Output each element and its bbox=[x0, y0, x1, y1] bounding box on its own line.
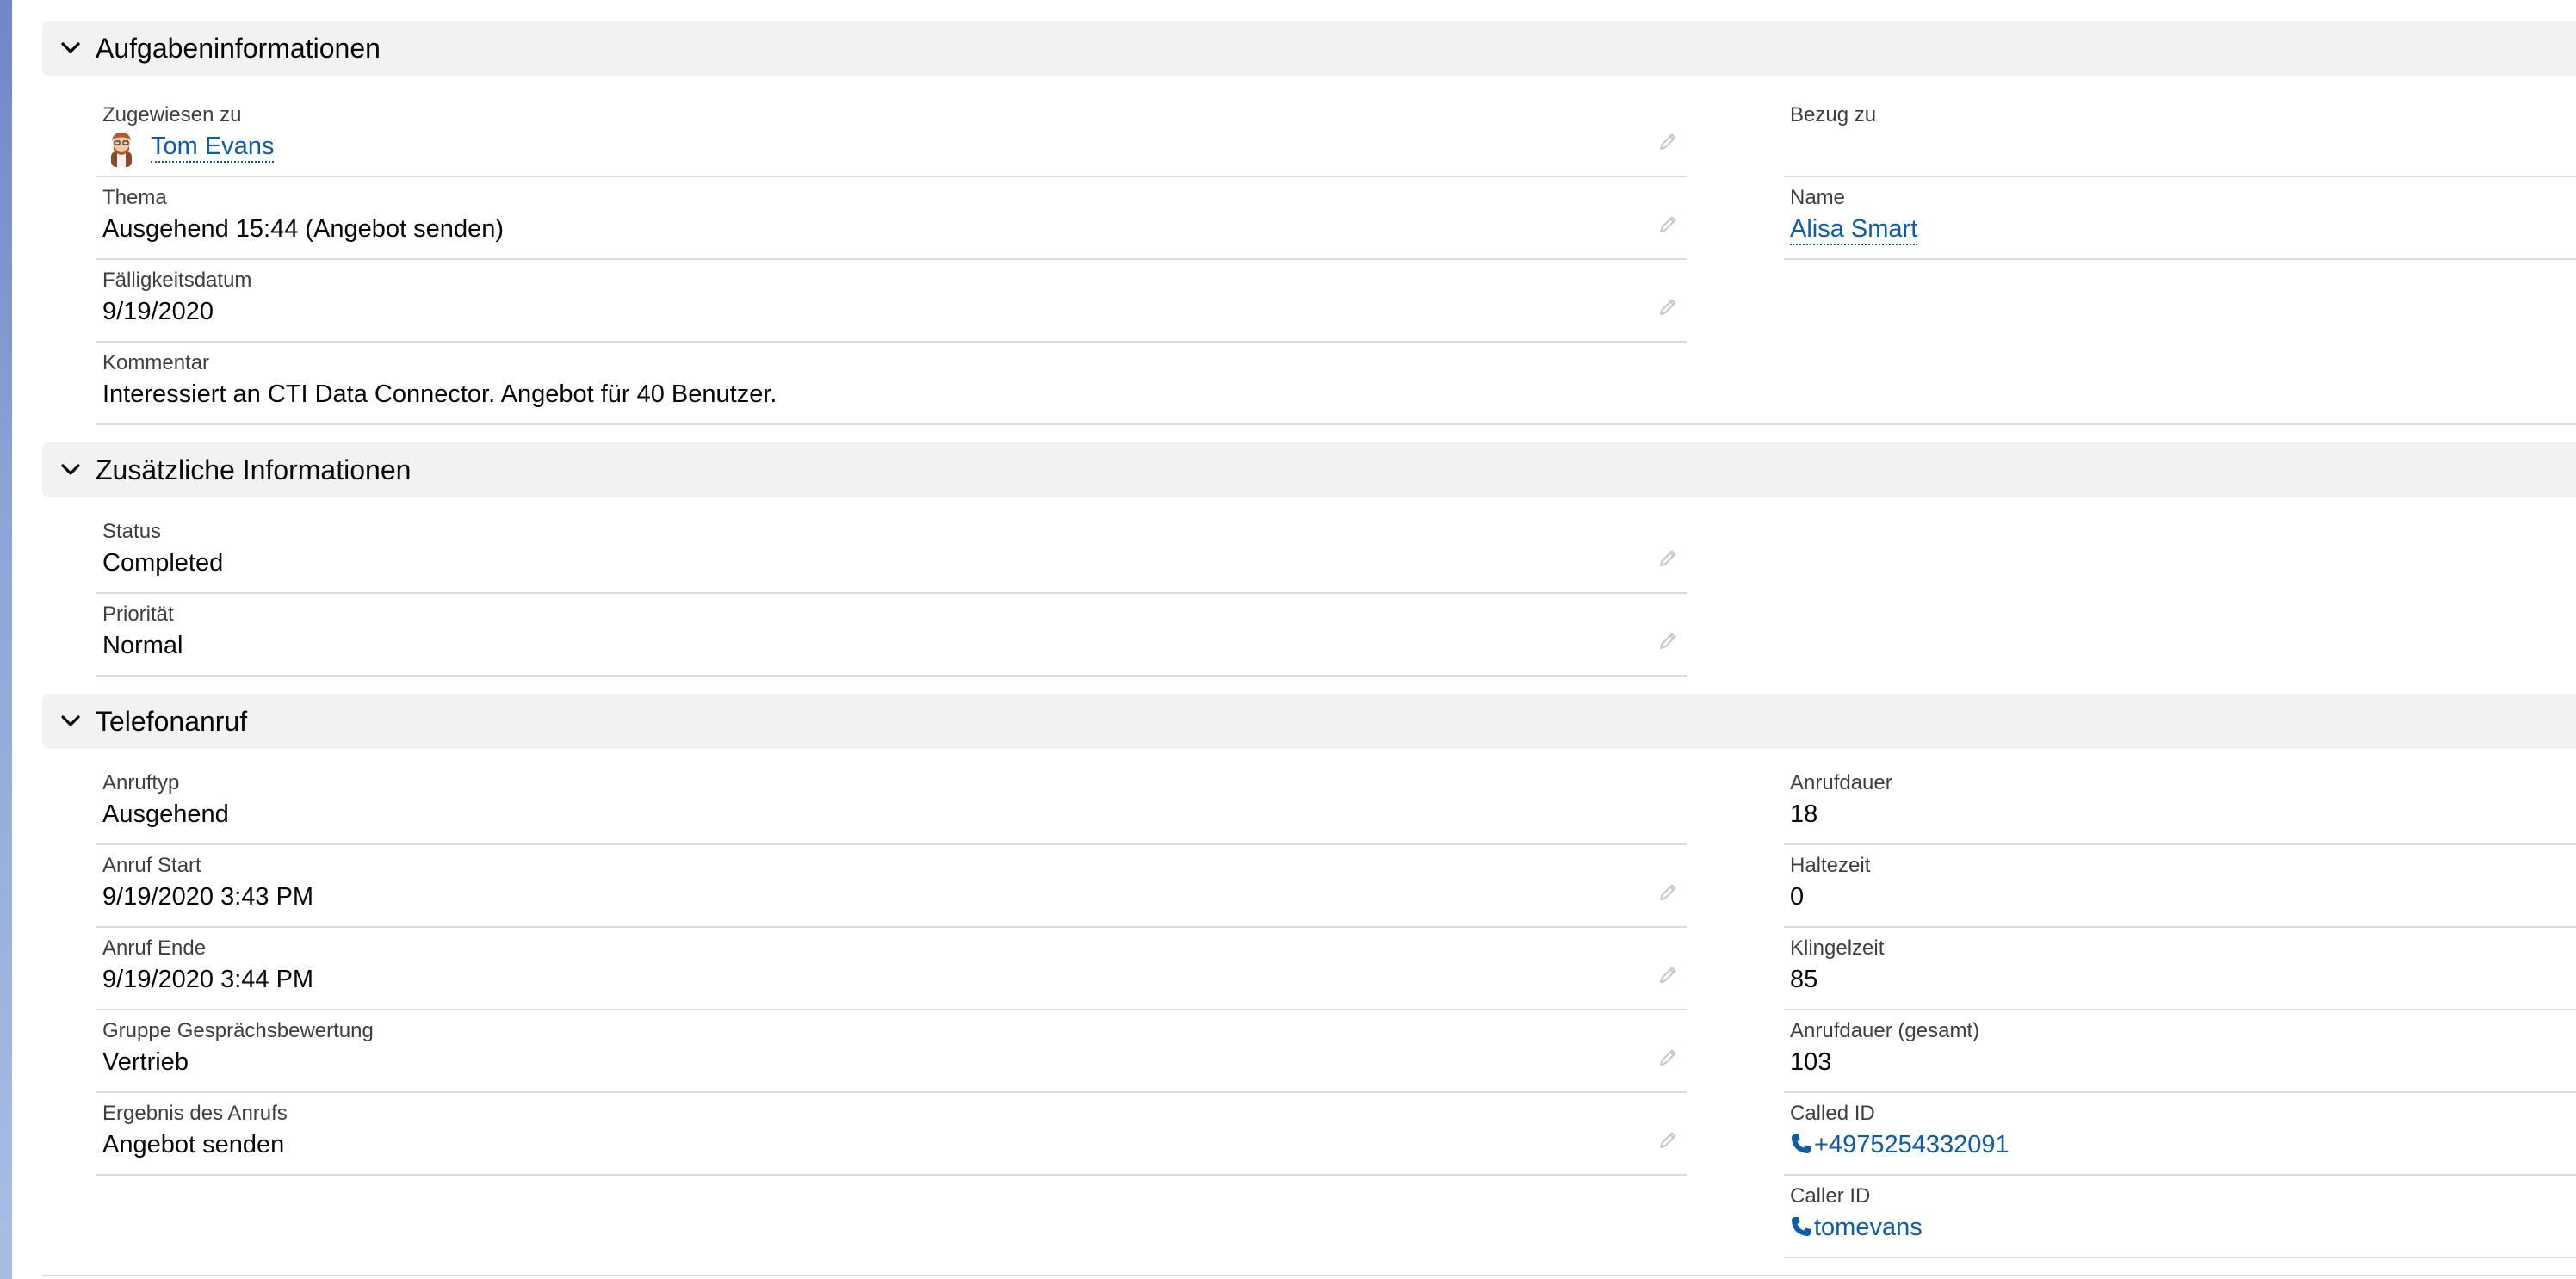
field-status: Status Completed bbox=[96, 511, 1687, 594]
field-label: Name bbox=[1790, 186, 1846, 209]
chevron-down-icon[interactable] bbox=[59, 38, 82, 59]
pencil-icon[interactable] bbox=[1656, 547, 1681, 572]
field-label: Anruf Ende bbox=[102, 936, 207, 960]
field-comment: Kommentar Interessiert an CTI Data Conne… bbox=[96, 343, 2576, 425]
pencil-icon[interactable] bbox=[1656, 296, 1681, 320]
field-label: Zugewiesen zu bbox=[102, 103, 242, 127]
field-call-start: Anruf Start 9/19/2020 3:43 PM bbox=[96, 845, 1687, 928]
phone-icon bbox=[1792, 1217, 1811, 1236]
field-call-result: Ergebnis des Anrufs Angebot senden bbox=[96, 1093, 1687, 1176]
field-value: 103 bbox=[1790, 1048, 1832, 1076]
pencil-icon[interactable] bbox=[1656, 213, 1681, 238]
chevron-down-icon[interactable] bbox=[59, 460, 82, 480]
background-strip bbox=[0, 0, 12, 1279]
pencil-icon[interactable] bbox=[1656, 1047, 1681, 1071]
field-label: Anrufdauer bbox=[1790, 771, 1892, 794]
field-priority: Priorität Normal bbox=[96, 594, 1687, 677]
field-label: Thema bbox=[102, 186, 167, 209]
field-value: Ausgehend 15:44 (Angebot senden) bbox=[102, 215, 504, 243]
field-due-date: Fälligkeitsdatum 9/19/2020 bbox=[96, 260, 1687, 343]
field-label: Gruppe Gesprächsbewertung bbox=[102, 1019, 374, 1042]
field-label: Kommentar bbox=[102, 351, 210, 374]
field-label: Haltezeit bbox=[1790, 854, 1871, 877]
section-header-task-info[interactable]: Aufgabeninformationen bbox=[42, 21, 2576, 76]
chevron-down-icon[interactable] bbox=[59, 711, 82, 732]
field-value: Completed bbox=[102, 549, 224, 577]
field-value: 18 bbox=[1790, 800, 1818, 828]
pencil-icon[interactable] bbox=[1656, 131, 1681, 155]
avatar bbox=[111, 133, 132, 167]
pencil-icon[interactable] bbox=[1656, 1129, 1681, 1153]
field-label: Anrufdauer (gesamt) bbox=[1790, 1019, 1980, 1042]
field-ring-time: Klingelzeit 85 bbox=[1784, 928, 2576, 1010]
field-rating-group: Gruppe Gesprächsbewertung Vertrieb bbox=[96, 1010, 1687, 1093]
field-value: 9/19/2020 3:44 PM bbox=[102, 966, 314, 993]
field-label: Anruf Start bbox=[102, 854, 201, 877]
field-caller-id: Caller ID tomevans bbox=[1784, 1176, 2576, 1258]
field-name: Name Alisa Smart bbox=[1784, 177, 2576, 260]
field-value: Vertrieb bbox=[102, 1048, 189, 1076]
divider bbox=[42, 1275, 2576, 1276]
pencil-icon[interactable] bbox=[1656, 881, 1681, 905]
field-call-end: Anruf Ende 9/19/2020 3:44 PM bbox=[96, 928, 1687, 1010]
field-label: Status bbox=[102, 520, 162, 543]
field-called-id: Called ID +4975254332091 bbox=[1784, 1093, 2576, 1176]
section-title: Zusätzliche Informationen bbox=[96, 454, 412, 485]
section-header-additional-info[interactable]: Zusätzliche Informationen bbox=[42, 442, 2576, 497]
called-id-link[interactable]: +4975254332091 bbox=[1790, 1131, 2009, 1159]
phone-icon bbox=[1792, 1134, 1811, 1153]
field-hold-time: Haltezeit 0 bbox=[1784, 845, 2576, 928]
assigned-to-link[interactable]: Tom Evans bbox=[151, 133, 275, 163]
section-header-phone-call[interactable]: Telefonanruf bbox=[42, 694, 2576, 749]
field-value: 9/19/2020 bbox=[102, 298, 214, 325]
field-label: Priorität bbox=[102, 602, 174, 626]
section-title: Telefonanruf bbox=[96, 706, 248, 737]
field-label: Caller ID bbox=[1790, 1184, 1871, 1208]
field-value: 85 bbox=[1790, 966, 1818, 993]
caller-id-link[interactable]: tomevans bbox=[1790, 1214, 1923, 1242]
section-title: Aufgabeninformationen bbox=[96, 33, 381, 64]
field-assigned-to: Zugewiesen zu Tom Evans bbox=[96, 95, 1687, 177]
field-label: Fälligkeitsdatum bbox=[102, 269, 252, 292]
field-value: Angebot senden bbox=[102, 1131, 285, 1159]
field-label: Bezug zu bbox=[1790, 103, 1877, 127]
field-subject: Thema Ausgehend 15:44 (Angebot senden) bbox=[96, 177, 1687, 260]
field-label: Klingelzeit bbox=[1790, 936, 1885, 960]
field-value: 0 bbox=[1790, 883, 1805, 911]
field-related-to: Bezug zu bbox=[1784, 95, 2576, 177]
pencil-icon[interactable] bbox=[1656, 630, 1681, 654]
name-link[interactable]: Alisa Smart bbox=[1790, 215, 1918, 245]
field-value: Normal bbox=[102, 632, 183, 659]
field-total-duration: Anrufdauer (gesamt) 103 bbox=[1784, 1010, 2576, 1093]
field-label: Anruftyp bbox=[102, 771, 180, 794]
field-label: Ergebnis des Anrufs bbox=[102, 1102, 288, 1125]
field-value: 9/19/2020 3:43 PM bbox=[102, 883, 314, 911]
field-value: Ausgehend bbox=[102, 800, 229, 828]
pencil-icon[interactable] bbox=[1656, 964, 1681, 988]
field-label: Called ID bbox=[1790, 1102, 1875, 1125]
field-call-duration: Anrufdauer 18 bbox=[1784, 763, 2576, 845]
field-call-type: Anruftyp Ausgehend bbox=[96, 763, 1687, 845]
field-value: Interessiert an CTI Data Connector. Ange… bbox=[102, 380, 777, 408]
